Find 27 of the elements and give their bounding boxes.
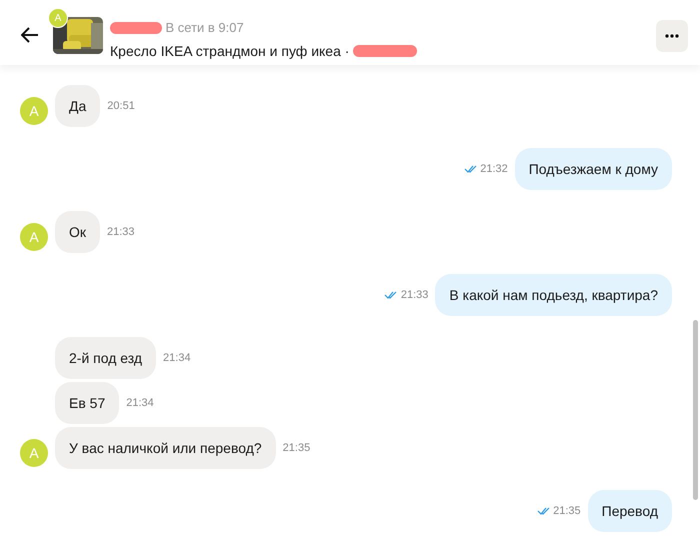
more-icon — [665, 34, 679, 38]
listing-title[interactable]: Кресло IKEA страндмон и пуф икеа · — [110, 40, 350, 62]
message-time: 21:34 — [163, 350, 191, 366]
status-text: В сети в 9:07 — [166, 19, 244, 37]
user-avatar: A — [20, 97, 48, 125]
message-bubble: Ев 57 — [55, 382, 120, 424]
message-bubble: Да — [55, 85, 100, 127]
message-time: 21:35 — [553, 504, 581, 519]
message-bubble: Подъезжаем к дому — [514, 148, 672, 190]
redaction-mark — [110, 22, 162, 34]
message-time: 21:33 — [400, 288, 428, 303]
message-bubble: Перевод — [588, 490, 672, 532]
message-time: 21:32 — [480, 162, 508, 177]
message-bubble: У вас наличкой или перевод? — [55, 427, 276, 469]
avatar-badge: A — [48, 8, 68, 28]
message-time: 21:35 — [282, 440, 310, 456]
message-bubble: 2-й под езд — [55, 337, 156, 379]
message-bubble: Ок — [55, 211, 100, 253]
user-avatar: A — [20, 223, 48, 251]
message-bubble: В какой нам подьезд, квартира? — [435, 274, 672, 316]
user-avatar: A — [20, 439, 48, 467]
message-time: 21:33 — [107, 224, 135, 240]
scrollbar[interactable] — [693, 320, 698, 500]
message-time: 21:34 — [126, 396, 154, 411]
redaction-mark — [352, 45, 417, 57]
message-time: 20:51 — [107, 98, 135, 114]
more-button[interactable] — [656, 20, 688, 52]
